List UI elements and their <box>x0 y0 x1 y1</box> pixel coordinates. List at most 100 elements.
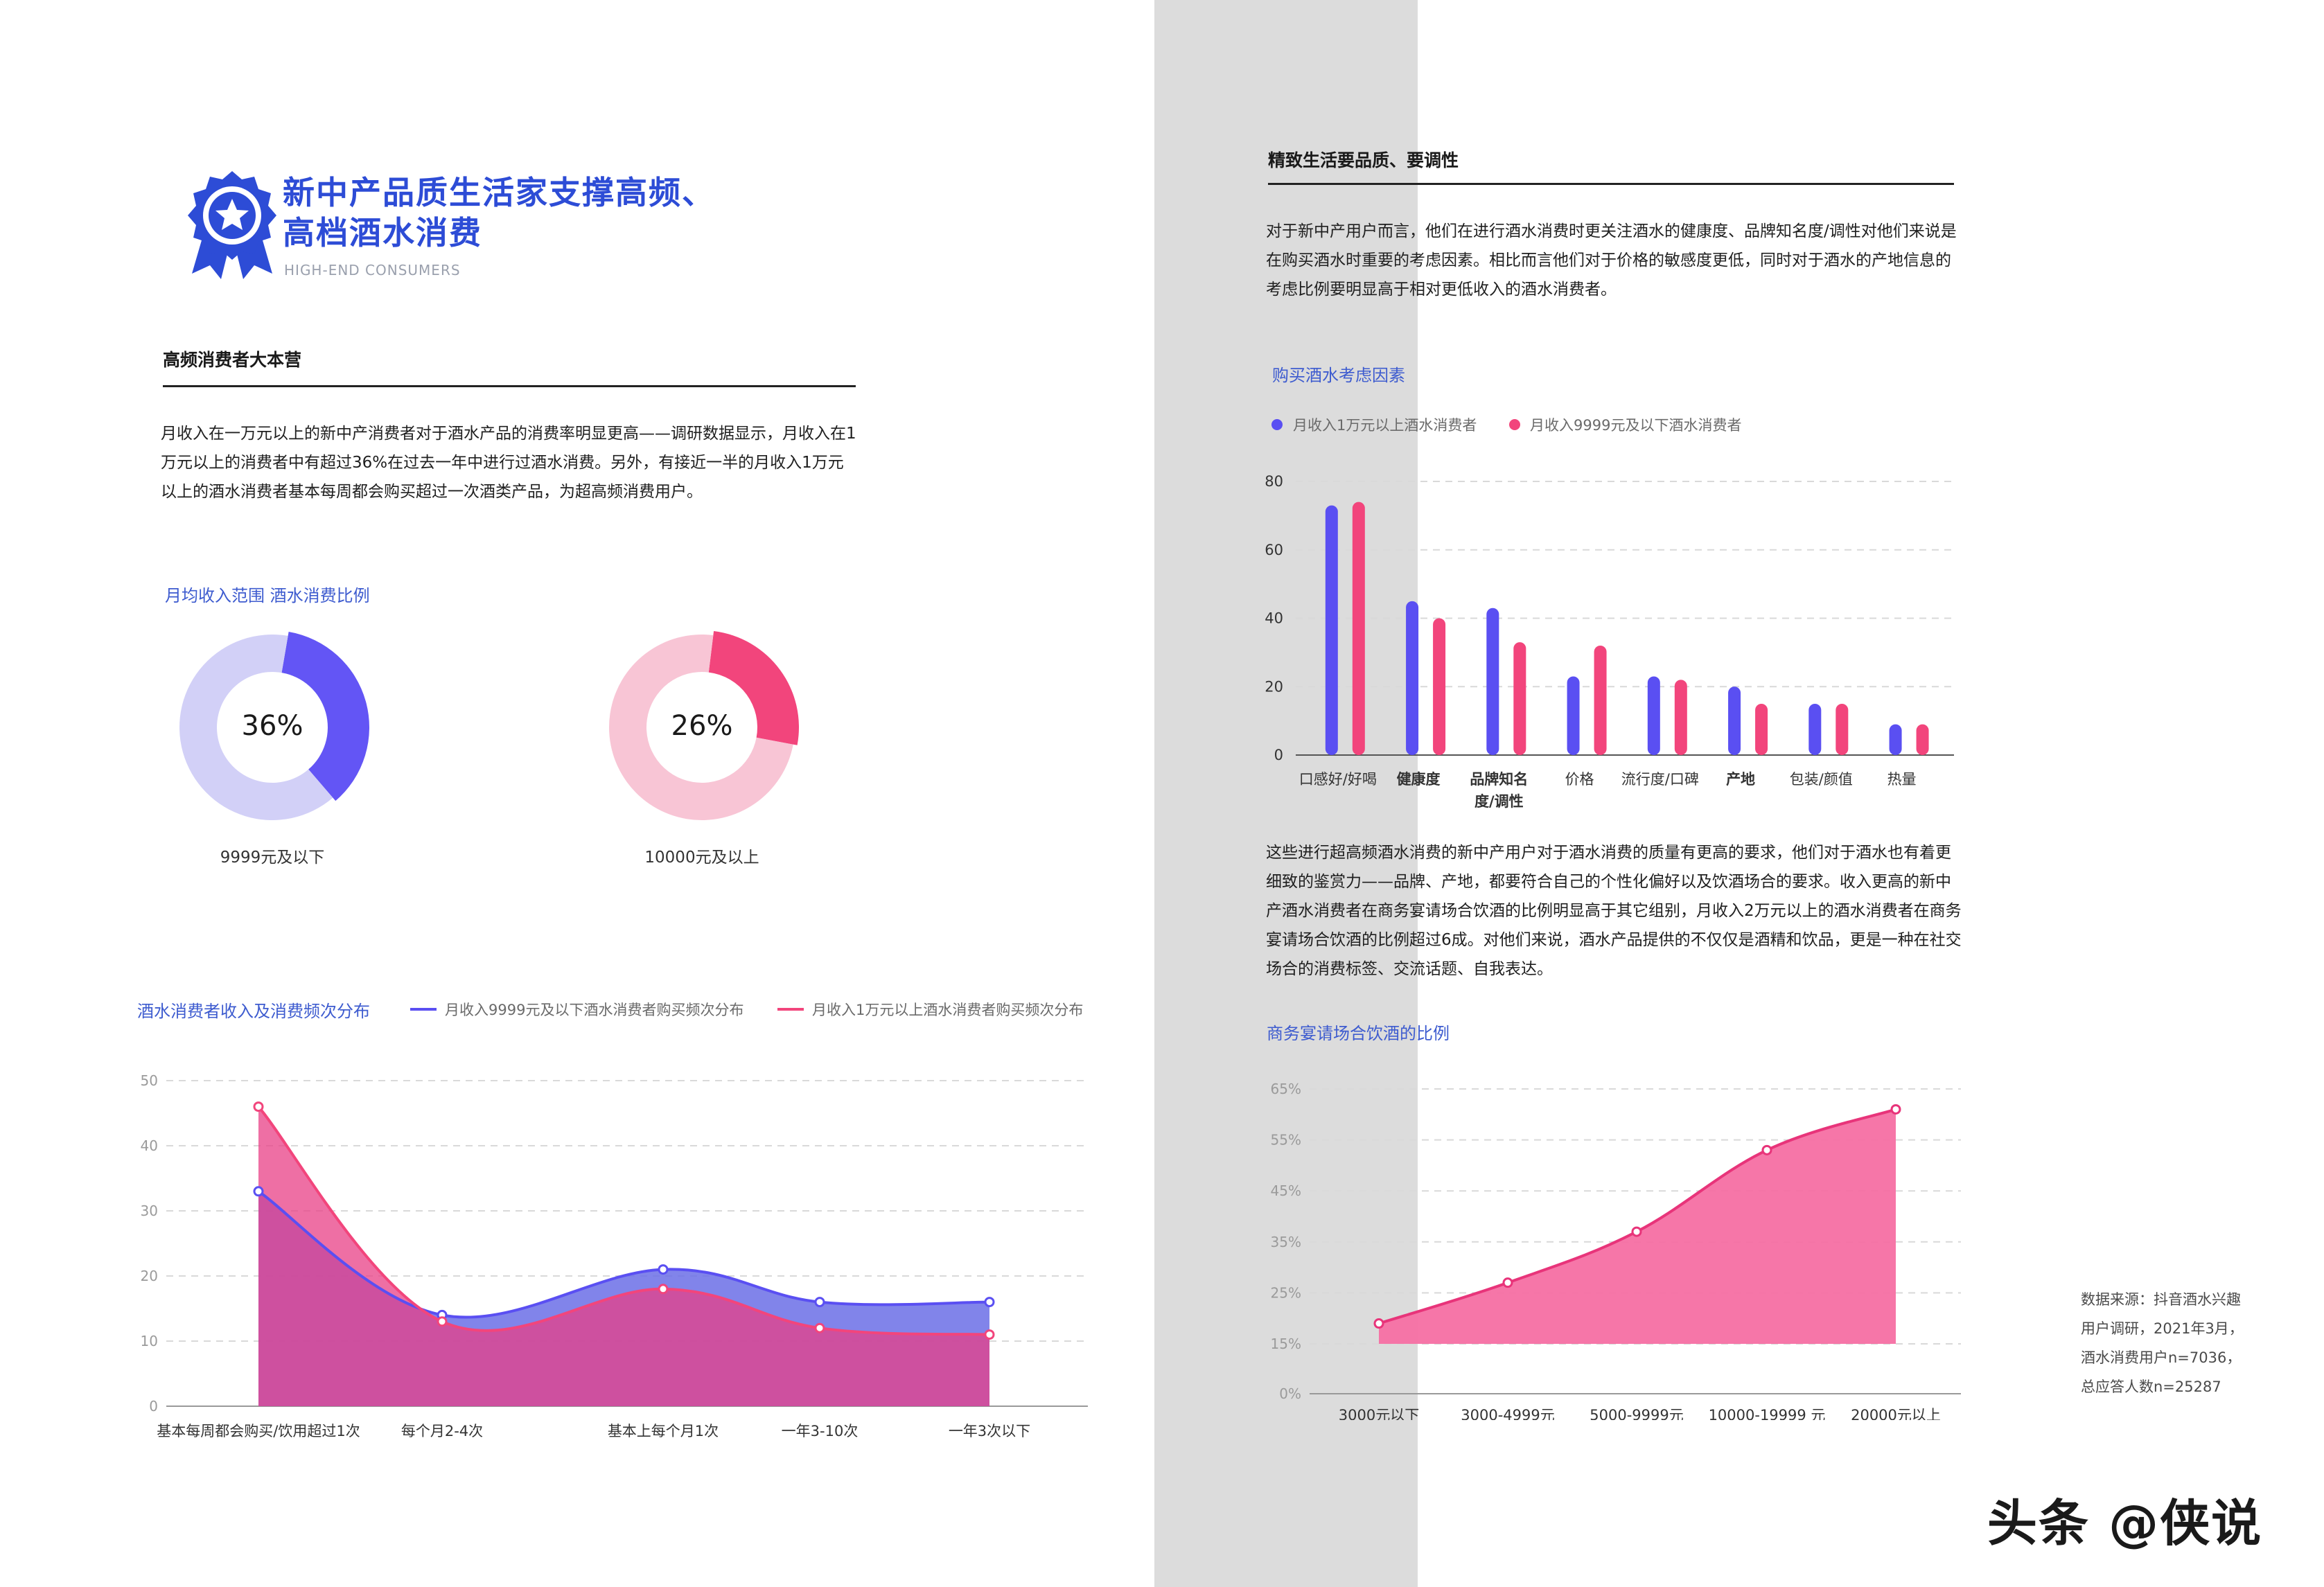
banquet-ytick-label: 25% <box>1271 1284 1301 1301</box>
bar-5-series-1 <box>1755 703 1768 755</box>
bar-2-series-0 <box>1486 608 1499 755</box>
bar-1-series-0 <box>1406 601 1419 755</box>
freq-point <box>658 1284 669 1295</box>
bar-3-series-1 <box>1594 646 1607 755</box>
section-divider-left <box>163 385 856 387</box>
freq-ytick-label: 0 <box>149 1398 158 1415</box>
freq-point <box>253 1186 264 1197</box>
legend-label-blue: 月收入9999元及以下酒水消费者购买频次分布 <box>445 1002 744 1018</box>
freq-xtick-label: 一年3次以下 <box>949 1423 1030 1439</box>
banquet-point <box>1890 1103 1901 1115</box>
freq-ytick-label: 50 <box>141 1072 158 1089</box>
donut-center-label-10000: 26% <box>671 710 733 742</box>
banquet-point <box>1502 1277 1513 1288</box>
right-paragraph-1: 对于新中产用户而言，他们在进行酒水消费时更关注酒水的健康度、品牌知名度/调性对他… <box>1266 222 1957 299</box>
freq-xtick-label: 基本每周都会购买/饮用超过1次 <box>157 1423 360 1439</box>
section-heading-right: 精致生活要品质、要调性 <box>1268 150 1459 170</box>
banquet-xtick-label: 20000元以上 <box>1851 1407 1941 1420</box>
freq-ytick-label: 20 <box>141 1268 158 1284</box>
bar-ytick-label: 40 <box>1265 610 1283 627</box>
legend-label-pink: 月收入1万元以上酒水消费者购买频次分布 <box>812 1002 1084 1018</box>
source-line-3: 酒水消费用户n=7036， <box>2081 1349 2242 1366</box>
banquet-xtick-label: 3000-4999元 <box>1461 1407 1554 1420</box>
bar-4-series-0 <box>1647 676 1660 755</box>
section-divider-right <box>1268 183 1954 185</box>
source-line-2: 用户调研，2021年3月， <box>2081 1320 2244 1337</box>
banquet-point <box>1373 1318 1384 1329</box>
source-line-4: 总应答人数n=25287 <box>2081 1378 2221 1395</box>
bar-2-series-1 <box>1513 642 1526 755</box>
banquet-ytick-label: 45% <box>1271 1182 1301 1199</box>
bar-ytick-label: 80 <box>1265 473 1283 490</box>
freq-point <box>984 1329 995 1340</box>
bar-xtick-label: 流行度/口碑 <box>1621 771 1699 788</box>
banquet-point <box>1631 1226 1642 1237</box>
freq-xtick-label: 每个月2-4次 <box>401 1423 483 1439</box>
freq-ytick-label: 10 <box>141 1333 158 1349</box>
bar-xtick-label: 品牌知名 <box>1470 771 1528 788</box>
banquet-ytick-label: 65% <box>1271 1081 1301 1097</box>
bar-xtick-label: 健康度 <box>1397 771 1441 788</box>
bar-6-series-1 <box>1836 703 1849 755</box>
legend-dot-pink <box>1509 419 1520 430</box>
legend-dot-blue <box>1271 419 1283 430</box>
freq-point <box>814 1322 825 1333</box>
bar-xtick-label: 热量 <box>1887 771 1917 788</box>
freq-ytick-label: 30 <box>141 1203 158 1219</box>
freq-ytick-label: 40 <box>141 1137 158 1154</box>
bar-0-series-0 <box>1325 505 1338 755</box>
donut-caption-10000: 10000元及以上 <box>644 849 759 867</box>
bar-xtick-label: 产地 <box>1726 771 1755 788</box>
page-title-line2: 高档酒水消费 <box>283 214 482 251</box>
freq-point <box>814 1297 825 1308</box>
banquet-xtick-label: 3000元以下 <box>1339 1407 1419 1420</box>
bar-ytick-label: 60 <box>1265 542 1283 558</box>
bar-xtick-label: 价格 <box>1565 771 1594 788</box>
page-title-line1: 新中产品质生活家支撑高频、 <box>283 174 715 211</box>
banquet-ytick-label: 0% <box>1279 1385 1301 1402</box>
bar-4-series-1 <box>1674 680 1687 755</box>
banquet-area-chart: 0% 15% 25% 35% 45% 55% 65% 3000元以下 3000-4999元 500… <box>1271 1081 1961 1420</box>
bar-6-series-0 <box>1808 703 1822 755</box>
banquet-ytick-label: 15% <box>1271 1336 1301 1352</box>
bar-xtick-label: 包装/颜值 <box>1790 771 1853 788</box>
donut-caption-9999: 9999元及以下 <box>220 849 325 867</box>
bar-xtick-label: 度/调性 <box>1474 793 1524 810</box>
left-paragraph: 月收入在一万元以上的新中产消费者对于酒水产品的消费率明显更高——调研数据显示，月… <box>161 425 856 501</box>
bar-0-series-1 <box>1352 502 1365 755</box>
freq-point <box>984 1297 995 1308</box>
banquet-xtick-label: 10000-19999 元 <box>1709 1407 1826 1420</box>
data-source-note: 数据来源：抖音酒水兴趣 用户调研，2021年3月， 酒水消费用户n=7036， … <box>2081 1285 2289 1401</box>
source-line-1: 数据来源：抖音酒水兴趣 <box>2081 1291 2241 1308</box>
donut-center-label-9999: 36% <box>241 710 303 742</box>
bar-7-series-0 <box>1889 724 1902 755</box>
bar-1-series-1 <box>1433 618 1446 755</box>
banquet-xtick-label: 5000-9999元 <box>1590 1407 1683 1420</box>
freq-point <box>437 1316 448 1327</box>
bar-5-series-0 <box>1728 686 1741 755</box>
consideration-bar-chart: 0 20 40 60 80 口感好/好喝 健康度 品牌知名度/调性 价格 流行度/口碑 产地 包装/颜… <box>1265 473 1954 810</box>
ribbon-badge-icon <box>188 171 276 279</box>
banquet-ytick-label: 55% <box>1271 1132 1301 1149</box>
watermark: 头条 @侠说 <box>1987 1494 2263 1552</box>
legend-line-pink <box>777 1008 804 1011</box>
bar-7-series-1 <box>1916 724 1929 755</box>
bar-3-series-0 <box>1567 676 1580 755</box>
bar-ytick-label: 0 <box>1274 747 1283 763</box>
banquet-chart-title: 商务宴请场合饮酒的比例 <box>1267 1024 1450 1043</box>
freq-point <box>253 1101 264 1112</box>
page-subtitle: HIGH-END CONSUMERS <box>284 262 461 278</box>
bar-chart-title: 购买酒水考虑因素 <box>1272 366 1405 385</box>
freq-xtick-label: 一年3-10次 <box>782 1423 859 1439</box>
bar-legend-label-pink: 月收入9999元及以下酒水消费者 <box>1530 417 1742 434</box>
section-heading-left: 高频消费者大本营 <box>163 350 302 370</box>
bar-xtick-label: 口感好/好喝 <box>1299 771 1377 788</box>
bar-ytick-label: 20 <box>1265 678 1283 695</box>
freq-point <box>658 1264 669 1275</box>
banquet-ytick-label: 35% <box>1271 1234 1301 1250</box>
frequency-area-chart: 0 10 20 30 40 50 基本每周都会购买/饮用超过1次 每个月2-4次 基本上每个月1… <box>141 1072 1088 1439</box>
right-paragraph-2: 这些进行超高频酒水消费的新中产用户对于酒水消费的质量有更高的要求，他们对于酒水也… <box>1266 844 1962 978</box>
banquet-point <box>1761 1144 1772 1155</box>
donut-chart-title: 月均收入范围 酒水消费比例 <box>165 586 370 605</box>
freq-xtick-label: 基本上每个月1次 <box>608 1423 719 1439</box>
